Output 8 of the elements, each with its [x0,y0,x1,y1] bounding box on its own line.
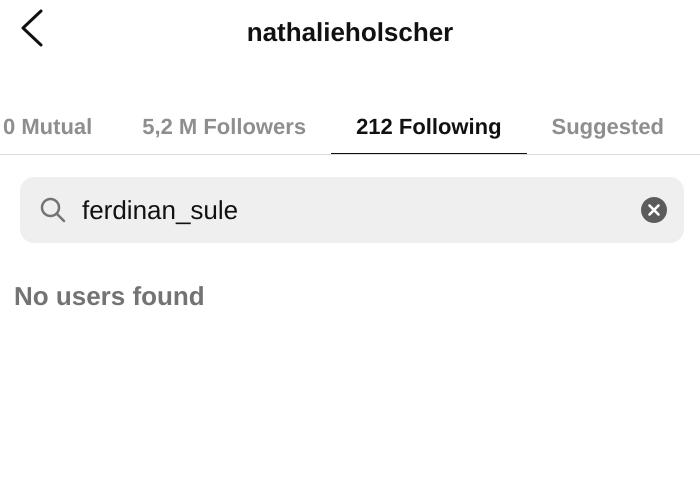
empty-message: No users found [14,281,206,312]
clear-icon[interactable] [640,196,668,224]
back-icon[interactable] [20,9,44,47]
tab[interactable]: 212 Following [331,64,527,154]
search-input[interactable]: ferdinan_sule [82,194,640,226]
search-icon [40,197,66,223]
search-bar[interactable]: ferdinan_sule [20,177,684,243]
username-title: nathalieholscher [246,16,454,48]
